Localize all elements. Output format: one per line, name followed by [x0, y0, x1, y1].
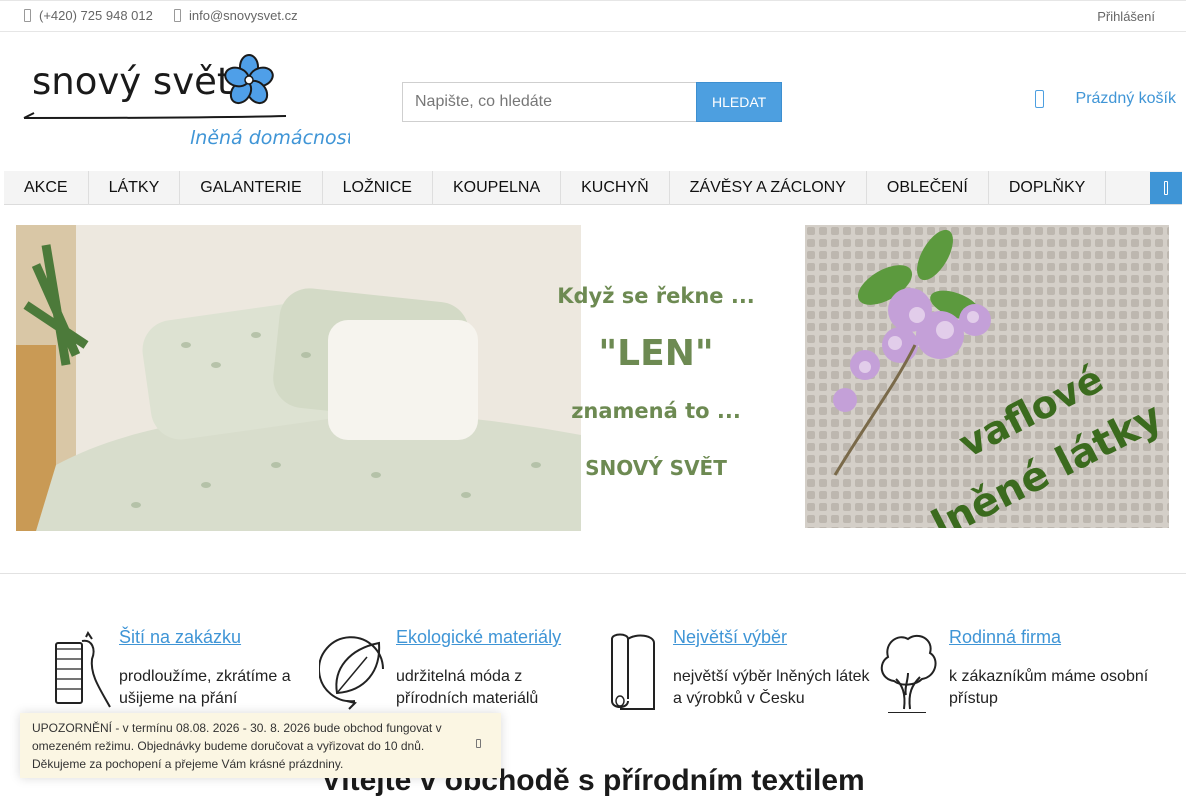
feature-eco-materials: Ekologické materiály udržitelná móda z p… — [319, 627, 589, 717]
main-navigation: AKCE LÁTKY GALANTERIE LOŽNICE KOUPELNA K… — [4, 170, 1182, 205]
phone-number: (+420) 725 948 012 — [39, 8, 153, 23]
feature-desc-family-company: k zákazníkům máme osobní přístup — [949, 668, 1149, 707]
search-button[interactable]: HLEDAT — [696, 82, 782, 122]
nav-item-zavesy[interactable]: ZÁVĚSY A ZÁCLONY — [670, 170, 867, 205]
notice-text: UPOZORNĚNÍ - v termínu 08.08. 2026 - 30.… — [32, 721, 442, 771]
phone-icon — [24, 9, 31, 22]
email-address: info@snovysvet.cz — [189, 8, 298, 23]
nav-item-akce[interactable]: AKCE — [4, 170, 89, 205]
banner-linen-image: Když se řekne ... "LEN" znamená to ... S… — [16, 225, 786, 531]
menu-icon — [1164, 181, 1168, 195]
tree-icon — [880, 634, 937, 713]
site-logo[interactable]: snový svět lněná domácnost — [20, 52, 356, 152]
cart-label: Prázdný košík — [1075, 90, 1176, 107]
cart-link[interactable]: Prázdný košík — [1034, 90, 1176, 108]
feature-desc-custom-sewing: prodloužíme, zkrátíme a ušijeme na přání — [119, 668, 291, 707]
phone-link[interactable]: (+420) 725 948 012 — [24, 8, 153, 23]
close-icon[interactable] — [476, 739, 481, 748]
thread-spool-icon — [55, 631, 111, 708]
banner-waffle-image: vaflové lněné látky — [805, 225, 1169, 528]
notice-popup: UPOZORNĚNÍ - v termínu 08.08. 2026 - 30.… — [20, 713, 501, 778]
cart-icon — [1034, 90, 1044, 108]
nav-item-loznice[interactable]: LOŽNICE — [323, 170, 433, 205]
feature-desc-largest-selection: největší výběr lněných látek a výrobků v… — [673, 668, 870, 707]
search-input[interactable] — [402, 82, 697, 122]
login-link[interactable]: Přihlášení — [1097, 9, 1155, 24]
logo-underline — [23, 115, 287, 119]
feature-largest-selection: Největší výběr největší výběr lněných lá… — [606, 627, 870, 717]
banner-linen[interactable]: Když se řekne ... "LEN" znamená to ... S… — [16, 225, 786, 531]
nav-item-doplnky[interactable]: DOPLŇKY — [989, 170, 1107, 205]
nav-item-obleceni[interactable]: OBLEČENÍ — [867, 170, 989, 205]
email-icon — [174, 9, 181, 22]
nav-more-button[interactable] — [1150, 172, 1182, 204]
fabric-roll-icon — [611, 633, 655, 710]
nav-item-koupelna[interactable]: KOUPELNA — [433, 170, 562, 205]
banner-linen-line3: znamená to ... — [571, 399, 741, 423]
banner-linen-line2: "LEN" — [598, 333, 713, 374]
feature-title-largest-selection[interactable]: Největší výběr — [673, 627, 787, 648]
nav-item-latky[interactable]: LÁTKY — [89, 170, 181, 205]
feature-title-family-company[interactable]: Rodinná firma — [949, 627, 1061, 648]
nav-item-kuchyn[interactable]: KUCHYŇ — [561, 170, 670, 205]
logo-tagline: lněná domácnost — [190, 127, 350, 149]
search-form: HLEDAT — [402, 82, 782, 122]
top-bar: (+420) 725 948 012 info@snovysvet.cz Při… — [0, 0, 1186, 32]
banner-waffle-linen[interactable]: vaflové lněné látky — [805, 225, 1169, 528]
feature-title-eco-materials[interactable]: Ekologické materiály — [396, 627, 561, 648]
feature-desc-eco-materials: udržitelná móda z přírodních materiálů — [396, 668, 539, 707]
feature-family-company: Rodinná firma k zákazníkům máme osobní p… — [880, 627, 1148, 717]
section-divider — [0, 573, 1186, 574]
feature-title-custom-sewing[interactable]: Šití na zakázku — [119, 627, 241, 648]
leaf-icon — [319, 636, 384, 710]
logo-text-main: snový svět — [32, 60, 231, 103]
email-link[interactable]: info@snovysvet.cz — [174, 8, 298, 23]
banner-linen-line4: SNOVÝ SVĚT — [585, 456, 727, 480]
banner-linen-line1: Když se řekne ... — [557, 284, 755, 308]
nav-item-galanterie[interactable]: GALANTERIE — [180, 170, 323, 205]
feature-custom-sewing: Šití na zakázku prodloužíme, zkrátíme a … — [52, 627, 312, 717]
